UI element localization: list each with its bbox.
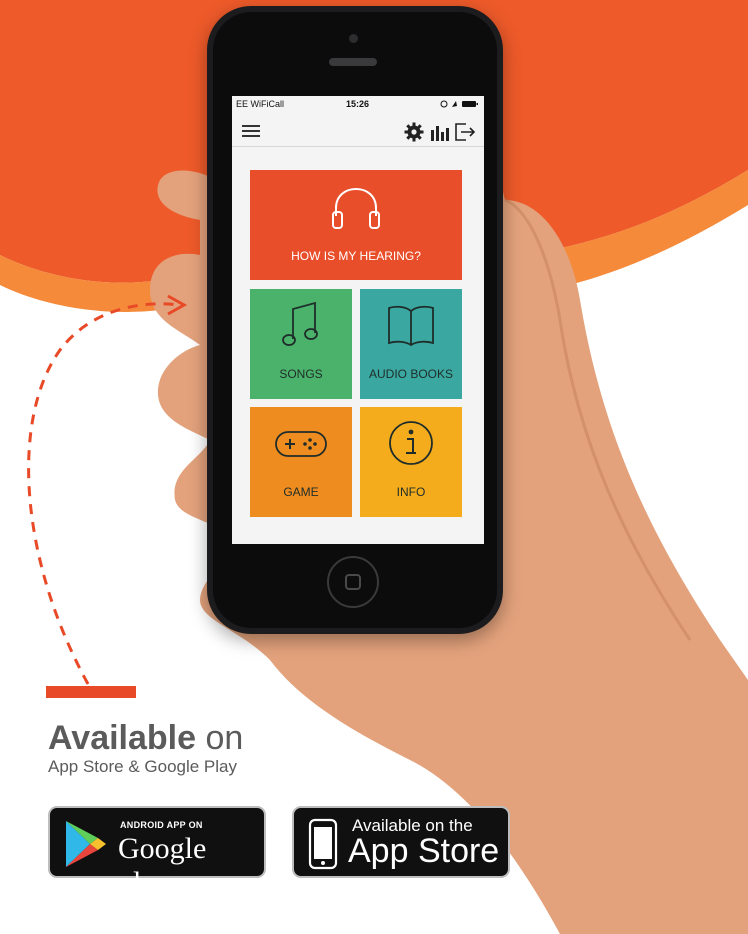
google-badge-big-text: Google play — [118, 832, 207, 899]
phone-screen: EE WiFiCall 15:26 HOW IS MY HEARING? SON… — [232, 96, 484, 544]
stores-subline: App Store & Google Play — [48, 757, 238, 776]
apple-badge-big-text: App Store — [348, 832, 500, 870]
tile-label: SONGS — [279, 367, 323, 381]
accent-bar — [46, 686, 136, 698]
tile-game[interactable]: GAME — [250, 407, 352, 517]
info-icon — [389, 421, 433, 465]
tile-info[interactable]: INFO — [360, 407, 462, 517]
hamburger-menu-icon[interactable] — [242, 125, 260, 137]
available-bold: Available — [48, 719, 197, 757]
tile-label: AUDIO BOOKS — [368, 367, 454, 381]
headphones-icon — [332, 187, 380, 229]
tile-label: GAME — [283, 485, 319, 499]
google-badge-small-text: ANDROID APP ON — [120, 820, 203, 830]
available-on: on — [205, 719, 244, 757]
iphone-icon — [308, 818, 338, 870]
google-play-badge[interactable]: ANDROID APP ON Google play — [48, 806, 266, 899]
app-store-badge[interactable]: Available on the App Store — [292, 806, 510, 878]
available-heading: Available on — [48, 718, 243, 758]
home-button[interactable] — [327, 556, 379, 608]
google-play-icon — [66, 821, 106, 867]
book-icon — [388, 305, 434, 347]
carrier-label: EE WiFiCall — [236, 99, 285, 109]
battery-icon — [440, 100, 478, 108]
settings-gear-icon[interactable] — [404, 122, 424, 142]
status-bar: EE WiFiCall 15:26 — [232, 96, 484, 112]
tile-how-is-my-hearing[interactable]: HOW IS MY HEARING? — [250, 170, 462, 280]
tile-label: HOW IS MY HEARING? — [291, 249, 421, 263]
logout-icon[interactable] — [454, 122, 476, 142]
tile-audio-books[interactable]: AUDIO BOOKS — [360, 289, 462, 399]
home-square-icon — [345, 574, 361, 590]
speaker-grille — [329, 58, 377, 66]
tile-label: INFO — [396, 485, 426, 499]
status-time: 15:26 — [346, 99, 370, 109]
gamepad-icon — [275, 431, 327, 457]
statistics-icon[interactable] — [430, 122, 450, 142]
music-note-icon — [282, 301, 318, 346]
tile-songs[interactable]: SONGS — [250, 289, 352, 399]
app-bar — [232, 114, 484, 147]
camera-icon — [349, 34, 358, 43]
